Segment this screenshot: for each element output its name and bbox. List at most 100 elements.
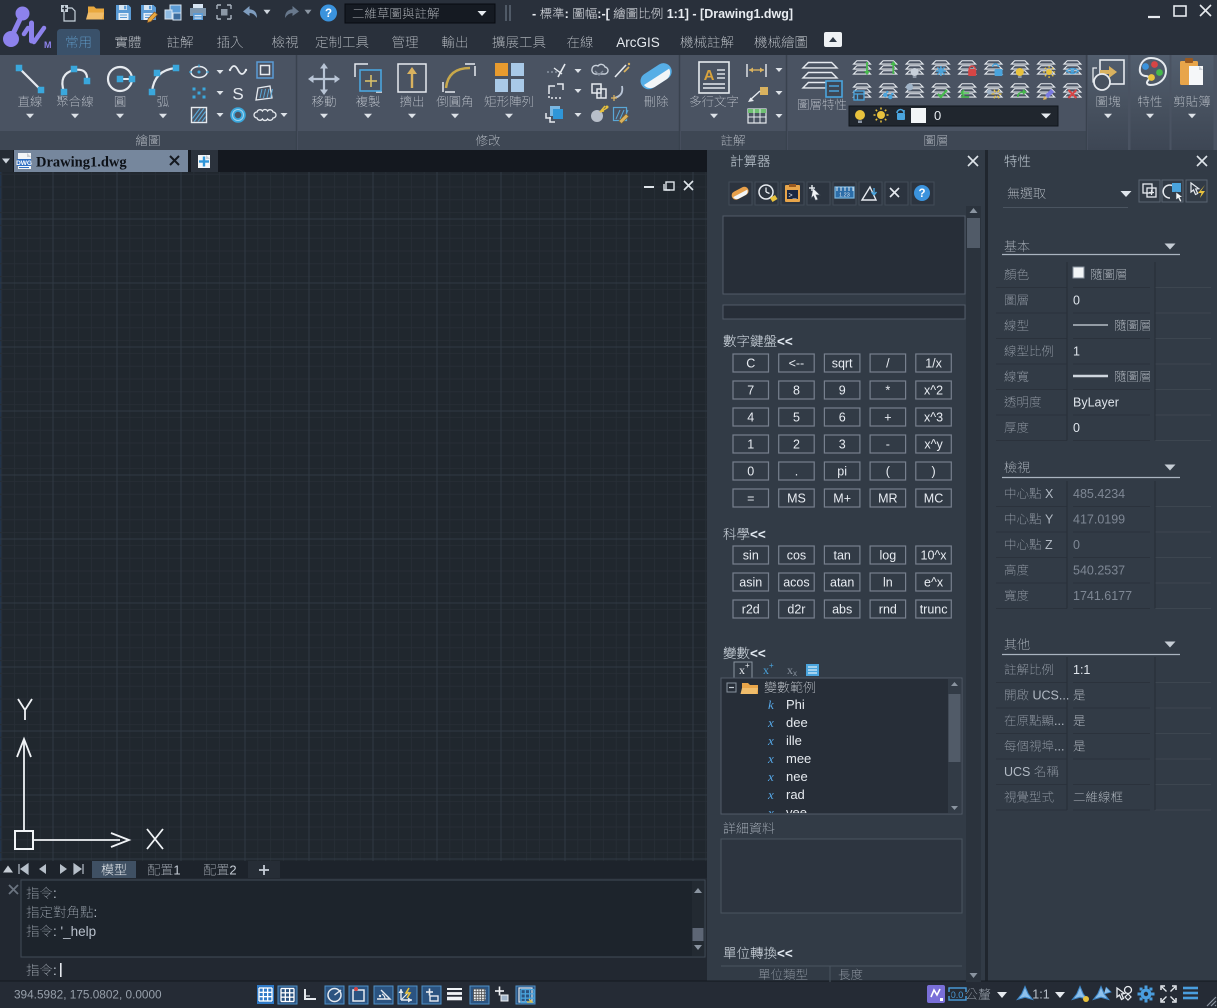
svg-text:pi: pi <box>837 465 847 479</box>
svg-text:-: - <box>886 438 890 452</box>
svg-text:540.2537: 540.2537 <box>1073 564 1125 578</box>
svg-text:Y: Y <box>1045 513 1054 527</box>
svg-text:sqrt: sqrt <box>832 357 853 371</box>
svg-text:10^x: 10^x <box>921 549 948 563</box>
svg-text:0: 0 <box>934 108 941 123</box>
svg-text:sin: sin <box>743 549 759 563</box>
svg-text:x^y: x^y <box>924 438 943 452</box>
svg-text:acos: acos <box>783 576 809 590</box>
svg-text:/: / <box>886 357 890 371</box>
svg-text:3: 3 <box>839 438 846 452</box>
svg-text:nee: nee <box>786 769 808 784</box>
svg-text:5: 5 <box>793 411 800 425</box>
svg-text:rnd: rnd <box>879 603 897 617</box>
svg-text::: : <box>94 905 98 920</box>
svg-text:trunc: trunc <box>920 603 948 617</box>
svg-text:cos: cos <box>787 549 806 563</box>
svg-text:x^3: x^3 <box>924 411 943 425</box>
svg-text:1: 1 <box>747 438 754 452</box>
svg-text:?: ? <box>325 8 332 20</box>
svg-text:x: x <box>767 715 774 730</box>
svg-text:M: M <box>44 40 52 50</box>
svg-text:4: 4 <box>747 411 754 425</box>
svg-text::: : <box>53 886 57 901</box>
svg-text:>_: >_ <box>789 193 797 200</box>
svg-text:dee: dee <box>786 715 808 730</box>
svg-text:e^x: e^x <box>924 576 944 590</box>
svg-text:?: ? <box>919 188 926 200</box>
svg-text:+: + <box>884 411 891 425</box>
svg-text:8: 8 <box>793 384 800 398</box>
svg-text:A: A <box>704 67 715 84</box>
svg-text:9: 9 <box>839 384 846 398</box>
svg-text:ByLayer: ByLayer <box>1073 396 1119 410</box>
svg-text:): ) <box>932 465 936 479</box>
svg-text:1:1: 1:1 <box>1032 988 1049 1002</box>
svg-text:MR: MR <box>878 492 897 506</box>
svg-text:UCS: UCS <box>1004 765 1030 779</box>
svg-text:atan: atan <box>830 576 854 590</box>
svg-text:6: 6 <box>839 411 846 425</box>
svg-text:485.4234: 485.4234 <box>1073 487 1125 501</box>
svg-text:MS: MS <box>787 492 806 506</box>
svg-text:1741.6177: 1741.6177 <box>1073 589 1132 603</box>
svg-text:x: x <box>767 787 774 802</box>
svg-text:X: X <box>1045 487 1054 501</box>
svg-text:x: x <box>767 769 774 784</box>
svg-text:0: 0 <box>1073 294 1080 308</box>
svg-text:0: 0 <box>747 465 754 479</box>
svg-text:1: 1 <box>173 863 180 878</box>
svg-text:.: . <box>795 465 798 479</box>
svg-text:DWG: DWG <box>16 160 32 167</box>
svg-text:MC: MC <box>924 492 943 506</box>
svg-text:...: ... <box>1054 714 1064 728</box>
svg-text:<<: << <box>750 527 766 542</box>
svg-text:2: 2 <box>793 438 800 452</box>
svg-text:rad: rad <box>786 787 805 802</box>
svg-text:abs: abs <box>832 603 852 617</box>
svg-text:<<: << <box>777 334 793 349</box>
svg-text::-[: :-[ <box>597 7 610 21</box>
svg-text:Drawing1.dwg: Drawing1.dwg <box>36 155 127 171</box>
svg-text:1.23: 1.23 <box>839 193 850 199</box>
svg-text:0: 0 <box>1073 421 1080 435</box>
svg-text:...: ... <box>1054 740 1064 754</box>
svg-text:tan: tan <box>834 549 851 563</box>
svg-text:x: x <box>767 733 774 748</box>
svg-text:M+: M+ <box>833 492 851 506</box>
svg-text:mee: mee <box>786 751 811 766</box>
svg-text:x: x <box>767 751 774 766</box>
svg-text:x^2: x^2 <box>924 384 943 398</box>
svg-text:C: C <box>746 357 755 371</box>
svg-text:Z: Z <box>1045 538 1053 552</box>
svg-text:0.0: 0.0 <box>951 990 964 1000</box>
svg-text:<<: << <box>750 646 766 661</box>
svg-text:=: = <box>747 492 754 506</box>
svg-text:k: k <box>768 697 774 712</box>
svg-text:*: * <box>885 384 890 398</box>
svg-text:+: + <box>745 661 750 670</box>
svg-text:<--: <-- <box>789 357 805 371</box>
svg-text:ln: ln <box>883 576 893 590</box>
svg-text:r2d: r2d <box>742 603 760 617</box>
svg-text:7: 7 <box>747 384 754 398</box>
svg-text:: '_help: : '_help <box>53 924 96 939</box>
svg-text:log: log <box>880 549 897 563</box>
svg-text:d2r: d2r <box>787 603 805 617</box>
svg-text:1: 1 <box>1073 345 1080 359</box>
svg-text:ille: ille <box>786 733 802 748</box>
svg-text:ArcGIS: ArcGIS <box>616 35 660 50</box>
svg-text:394.5982, 175.0802, 0.0000: 394.5982, 175.0802, 0.0000 <box>14 988 162 1002</box>
svg-text:asin: asin <box>739 576 762 590</box>
svg-text:<<: << <box>777 946 793 961</box>
svg-text:x: x <box>793 669 797 678</box>
svg-text:-: - <box>532 7 536 21</box>
svg-text:2: 2 <box>229 863 236 878</box>
svg-text::: : <box>53 963 57 978</box>
svg-text::: : <box>565 7 569 21</box>
svg-text:417.0199: 417.0199 <box>1073 513 1125 527</box>
svg-text:0: 0 <box>1073 538 1080 552</box>
svg-text:+: + <box>769 661 774 670</box>
svg-text:1:1: 1:1 <box>1073 663 1090 677</box>
svg-text:Phi: Phi <box>786 697 805 712</box>
